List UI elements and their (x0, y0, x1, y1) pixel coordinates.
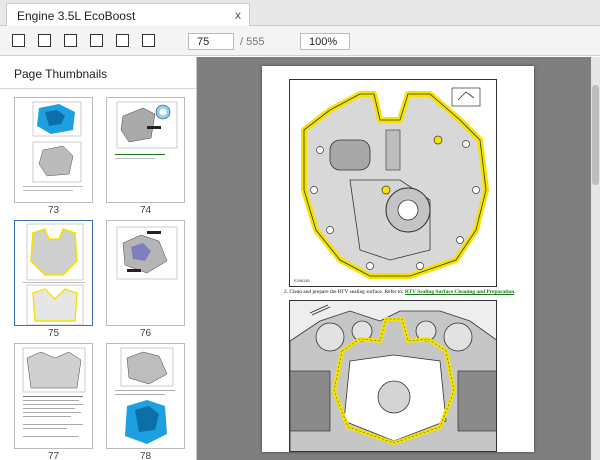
thumbnail-label-74: 74 (139, 205, 152, 216)
thumbnail-74-preview (115, 101, 178, 159)
toolbar-button-4[interactable] (90, 34, 103, 47)
toolbar-button-2[interactable] (38, 34, 51, 47)
page-total: / 555 (240, 36, 265, 48)
toolbar-button-6[interactable] (142, 34, 155, 47)
thumbnail-label-78: 78 (139, 451, 152, 460)
front-cover-sealant-illustration (301, 87, 489, 279)
rtv-cleaning-link[interactable]: RTV Sealing Surface Cleaning and Prepara… (405, 289, 514, 295)
thumbnail-page-77[interactable] (14, 343, 93, 449)
engine-sealing-surface-figure (289, 300, 497, 452)
thumbnail-page-73[interactable] (14, 97, 93, 203)
page-number-input[interactable] (188, 33, 234, 50)
toolbar: / 555 (0, 26, 600, 56)
vertical-scrollbar[interactable] (591, 57, 600, 460)
toolbar-button-3[interactable] (64, 34, 77, 47)
procedure-step: 2. Clean and prepare the RTV sealing sur… (284, 289, 529, 295)
thumbnail-76-preview (116, 226, 178, 280)
sidebar-title: Page Thumbnails (14, 67, 108, 81)
zoom-input[interactable] (300, 33, 350, 50)
document-page: E298181 2. Clean and prepare the RTV sea… (262, 66, 534, 452)
document-view[interactable]: E298181 2. Clean and prepare the RTV sea… (197, 57, 600, 460)
close-tab-button[interactable]: x (235, 8, 241, 22)
thumbnail-78-preview (115, 347, 175, 444)
document-tab[interactable]: Engine 3.5L EcoBoost x (6, 3, 250, 27)
figure-id: E298181 (294, 278, 311, 283)
thumbnail-label-76: 76 (139, 328, 152, 339)
thumbnail-page-78[interactable] (106, 343, 185, 449)
thumbnail-label-77: 77 (47, 451, 60, 460)
engine-front-cover-figure: E298181 (289, 79, 497, 287)
step-text: 2. Clean and prepare the RTV sealing sur… (284, 289, 404, 295)
scrollbar-thumb[interactable] (592, 85, 599, 185)
thumbnail-label-73: 73 (47, 205, 60, 216)
thumbnail-sidebar: Page Thumbnails 73 74 75 76 77 78 (0, 57, 197, 460)
pdf-viewer-app: Engine 3.5L EcoBoost x / 555 Page Thumbn… (0, 0, 600, 460)
step-end: . (514, 289, 516, 295)
thumbnail-list[interactable]: 73 74 75 76 77 78 (0, 89, 196, 460)
thumbnail-page-76[interactable] (106, 220, 185, 326)
thumbnail-77-preview (22, 347, 86, 437)
tab-bar: Engine 3.5L EcoBoost x (0, 0, 600, 27)
thumbnail-page-74[interactable] (106, 97, 185, 203)
tab-title: Engine 3.5L EcoBoost (17, 9, 136, 23)
thumbnail-page-75[interactable] (14, 220, 93, 326)
thumbnail-75-preview (23, 223, 85, 325)
sealing-surface-illustration (290, 301, 496, 451)
thumbnail-73-preview (23, 101, 83, 191)
toolbar-button-1[interactable] (12, 34, 25, 47)
toolbar-button-5[interactable] (116, 34, 129, 47)
thumbnail-label-75: 75 (47, 328, 60, 339)
